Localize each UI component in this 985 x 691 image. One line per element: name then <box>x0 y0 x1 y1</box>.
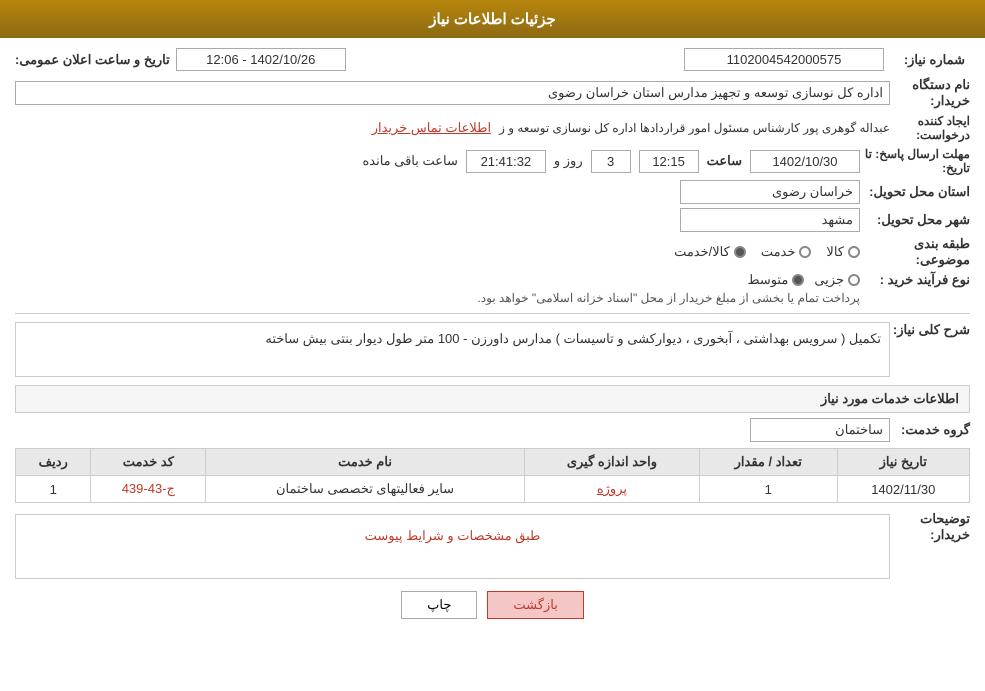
tabaqe-radio-group: کالا خدمت کالا/خدمت <box>674 244 860 260</box>
ijad-label: ایجاد کننده درخواست: <box>890 114 970 142</box>
service-table: تاریخ نیاز تعداد / مقدار واحد اندازه گیر… <box>15 448 970 503</box>
cell-vahed: پروژه <box>524 476 699 503</box>
noe-desc: پرداخت تمام یا بخشی از مبلغ خریدار از مح… <box>15 291 860 305</box>
time-label: ساعت <box>707 153 742 169</box>
page-header: جزئیات اطلاعات نیاز <box>0 0 985 38</box>
radio-kala-khedmat-circle <box>734 246 746 258</box>
mohlat-time: 12:15 <box>639 150 699 173</box>
col-code: کد خدمت <box>91 449 206 476</box>
col-tarikh: تاریخ نیاز <box>837 449 969 476</box>
radio-motavaset-circle <box>792 274 804 286</box>
col-vahed: واحد اندازه گیری <box>524 449 699 476</box>
tabaqe-label: طبقه بندی موضوعی: <box>860 236 970 268</box>
tawsif-label: توضیحات خریدار: <box>890 511 970 543</box>
tawsif-box: طبق مشخصات و شرایط پیوست <box>15 514 890 579</box>
announce-value: 1402/10/26 - 12:06 <box>176 48 346 71</box>
radio-kala-circle <box>848 246 860 258</box>
ijad-value: عبداله گوهری پور کارشناس مسئول امور قرار… <box>499 121 890 135</box>
header-title: جزئیات اطلاعات نیاز <box>429 11 556 28</box>
col-name: نام خدمت <box>206 449 525 476</box>
contact-link[interactable]: اطلاعات تماس خریدار <box>372 120 491 136</box>
mohlat-date: 1402/10/30 <box>750 150 860 173</box>
table-row: 1402/11/30 1 پروژه سایر فعالیتهای تخصصی … <box>16 476 970 503</box>
shahr-value: مشهد <box>680 208 860 232</box>
main-content: شماره نیاز: 1102004542000575 1402/10/26 … <box>0 38 985 641</box>
radio-kala[interactable]: کالا <box>826 244 860 260</box>
radio-khedmat-circle <box>799 246 811 258</box>
tawsif-value: طبق مشخصات و شرایط پیوست <box>21 520 884 544</box>
radio-motavaset-label: متوسط <box>747 272 788 288</box>
mohlat-timer: 21:41:32 <box>466 150 546 173</box>
unit-link[interactable]: پروژه <box>597 481 627 496</box>
nam-dastgah-label: نام دستگاه خریدار: <box>890 77 970 109</box>
remaining-label: ساعت باقی مانده <box>362 153 457 169</box>
mohlat-days: 3 <box>591 150 631 173</box>
radio-motavaset[interactable]: متوسط <box>747 272 804 288</box>
radio-khedmat-label: خدمت <box>761 244 796 260</box>
radio-jozyi[interactable]: جزیی <box>814 272 860 288</box>
col-radif: ردیف <box>16 449 91 476</box>
back-button[interactable]: بازگشت <box>487 591 583 619</box>
announce-label: تاریخ و ساعت اعلان عمومی: <box>15 52 170 68</box>
button-row: بازگشت چاپ <box>15 591 970 619</box>
radio-jozyi-circle <box>848 274 860 286</box>
shomara-value: 1102004542000575 <box>684 48 884 71</box>
noe-farayand-label: نوع فرآیند خرید : <box>860 272 970 288</box>
cell-code: ج-43-439 <box>91 476 206 503</box>
sharh-value: تکمیل ( سرویس بهداشتی ، آبخوری ، دیوارکش… <box>15 322 890 377</box>
gorooh-value: ساختمان <box>750 418 890 442</box>
radio-kala-khedmat[interactable]: کالا/خدمت <box>674 244 746 260</box>
cell-tedad: 1 <box>699 476 837 503</box>
shahr-label: شهر محل تحویل: <box>860 212 970 228</box>
mohlat-label: مهلت ارسال پاسخ: تا تاریخ: <box>860 147 970 175</box>
col-tedad: تعداد / مقدار <box>699 449 837 476</box>
print-button[interactable]: چاپ <box>401 591 477 619</box>
days-label: روز و <box>554 153 583 169</box>
sharh-label: شرح کلی نیاز: <box>890 322 970 338</box>
ostan-value: خراسان رضوی <box>680 180 860 204</box>
page-wrapper: جزئیات اطلاعات نیاز شماره نیاز: 11020045… <box>0 0 985 691</box>
cell-tarikh: 1402/11/30 <box>837 476 969 503</box>
radio-khedmat[interactable]: خدمت <box>761 244 812 260</box>
ostan-label: استان محل تحویل: <box>860 184 970 200</box>
cell-radif: 1 <box>16 476 91 503</box>
radio-kala-khedmat-label: کالا/خدمت <box>674 244 730 260</box>
radio-jozyi-label: جزیی <box>814 272 844 288</box>
cell-name: سایر فعالیتهای تخصصی ساختمان <box>206 476 525 503</box>
shomara-label: شماره نیاز: <box>890 52 970 68</box>
gorooh-label: گروه خدمت: <box>890 422 970 438</box>
nam-dastgah-value: اداره کل نوسازی توسعه و تجهیز مدارس استا… <box>15 81 890 105</box>
radio-kala-label: کالا <box>826 244 844 260</box>
service-section-title: اطلاعات خدمات مورد نیاز <box>15 385 970 413</box>
